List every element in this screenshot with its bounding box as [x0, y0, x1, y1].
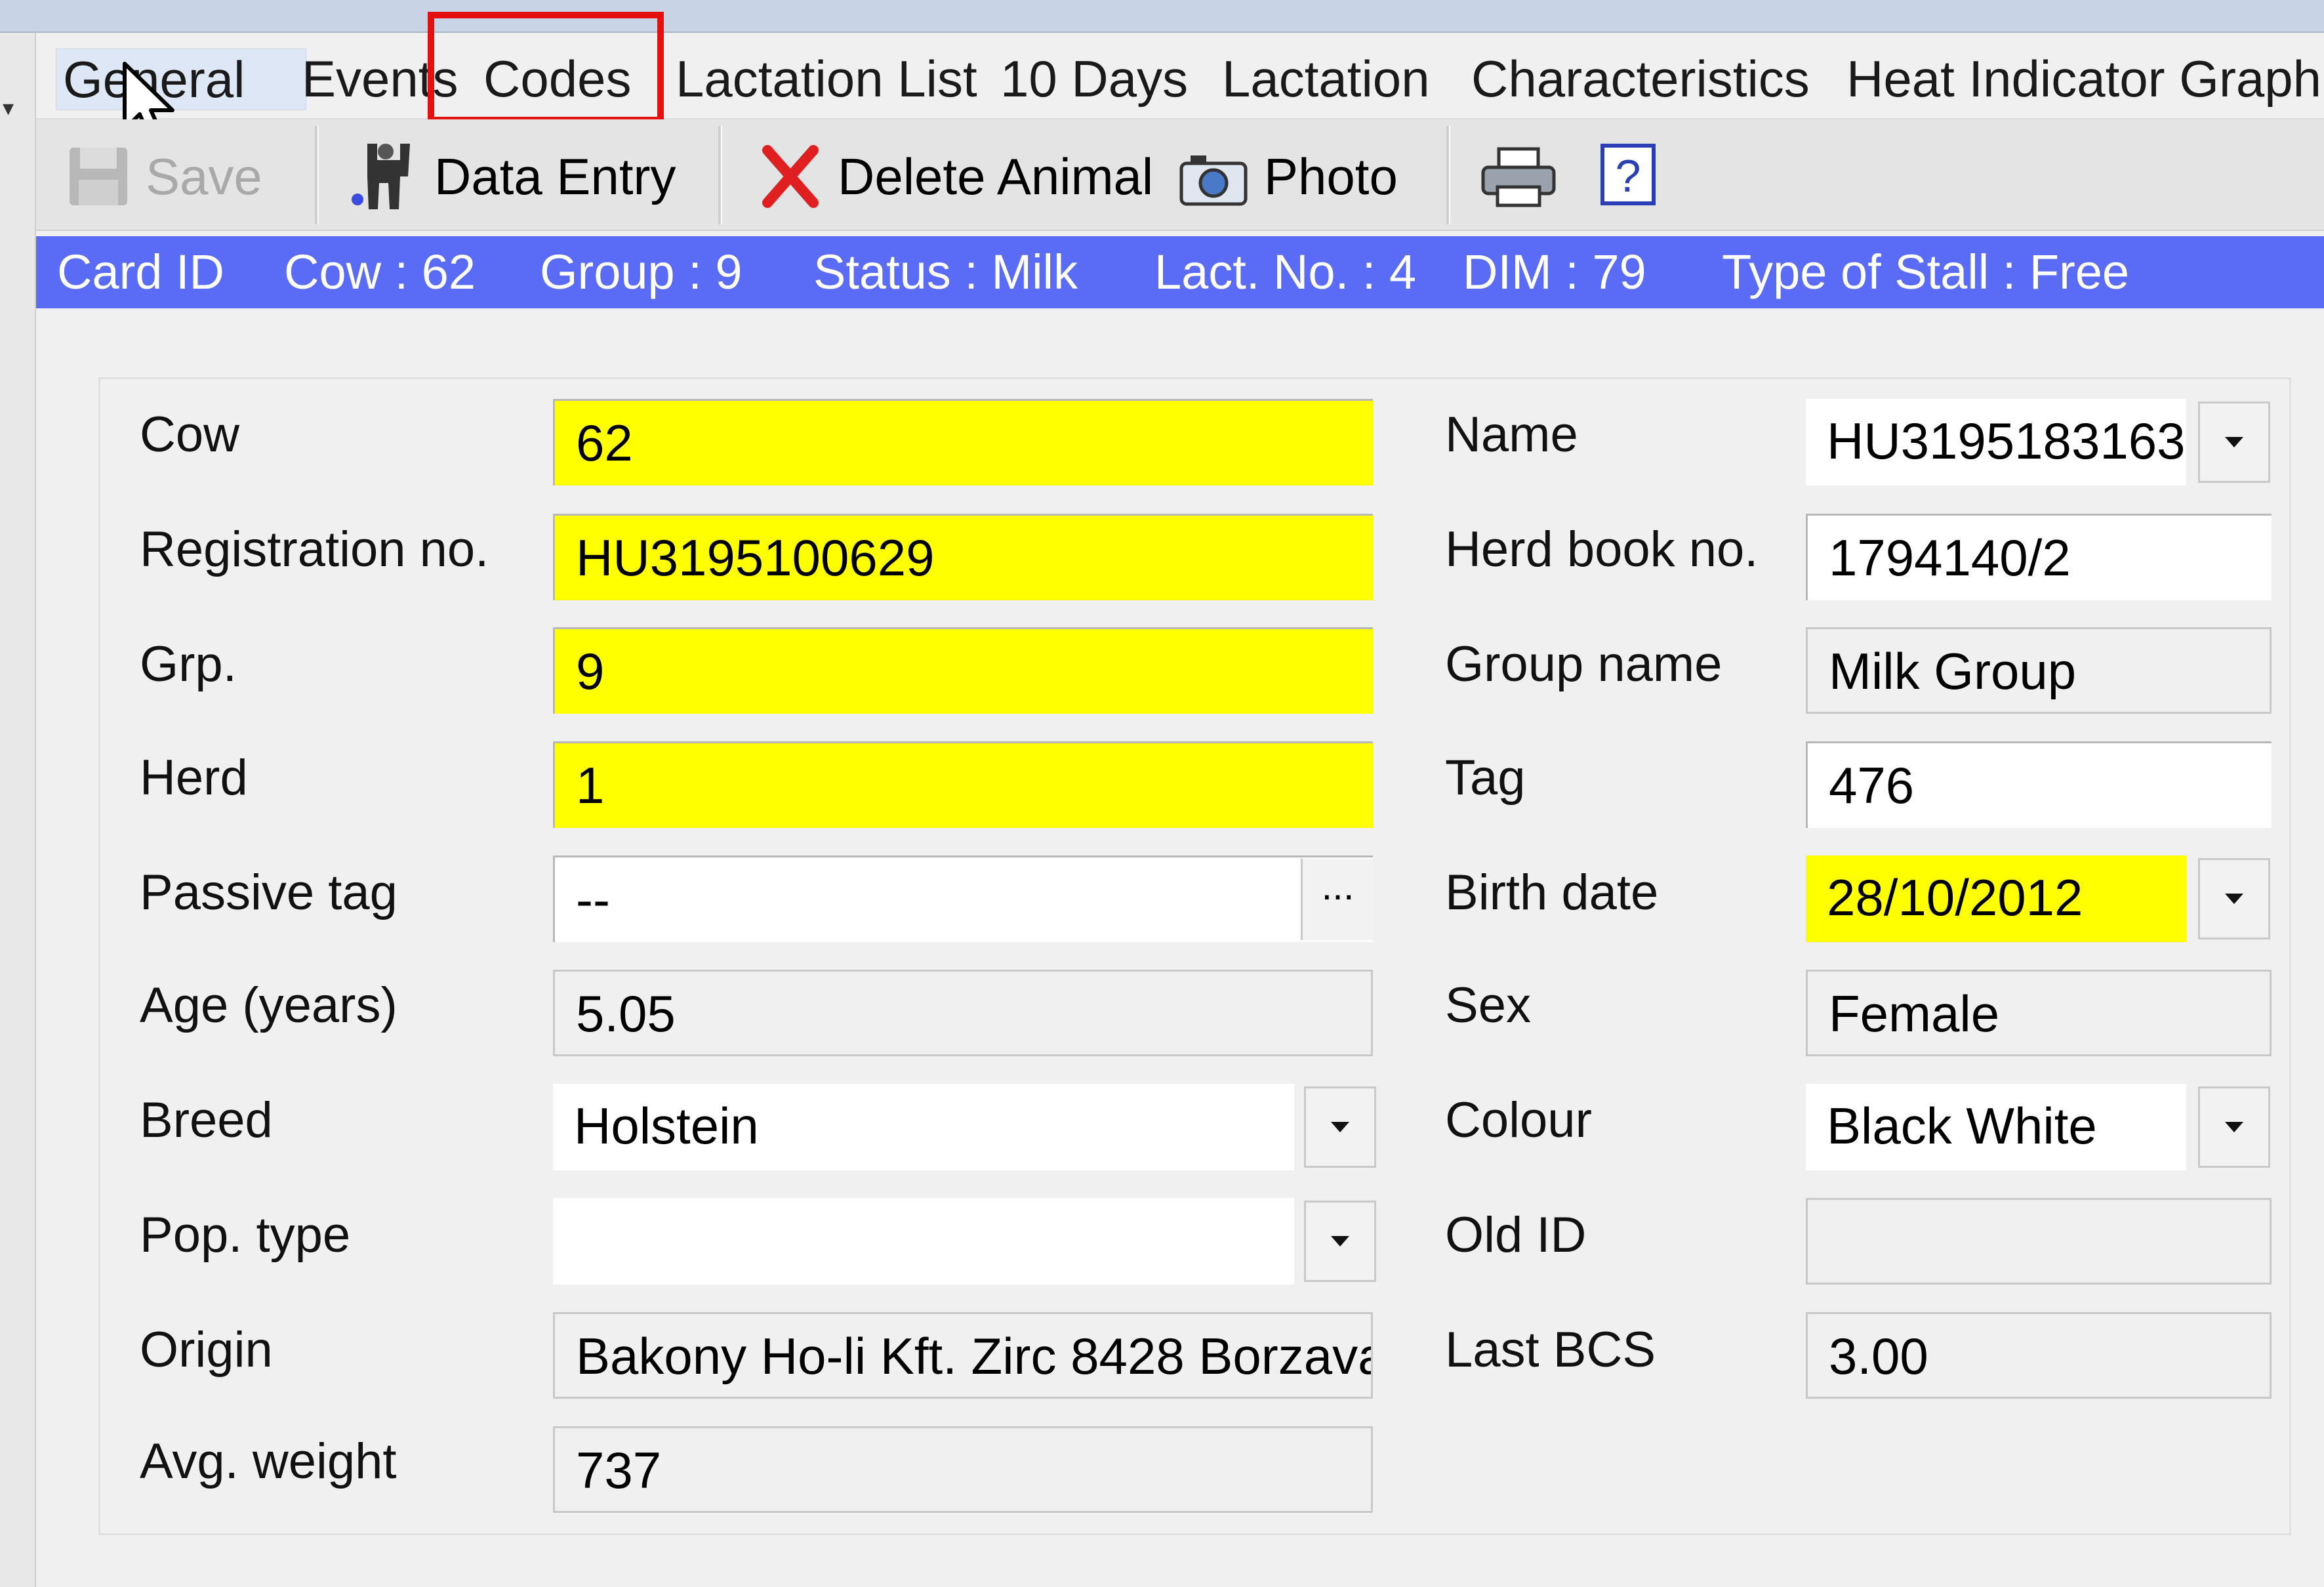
- avg-weight-field: 737: [553, 1426, 1373, 1513]
- herd-field[interactable]: 1: [553, 741, 1373, 828]
- rail-arrow-icon[interactable]: ▾: [3, 97, 16, 119]
- birth-date-dropdown-button[interactable]: [2198, 858, 2270, 939]
- delete-icon: [762, 145, 819, 208]
- toolbar-separator: [315, 126, 319, 224]
- passive-tag-browse-button[interactable]: ...: [1301, 859, 1373, 940]
- label-avg-weight: Avg. weight: [140, 1433, 397, 1489]
- old-id-field: [1806, 1198, 2272, 1285]
- label-origin: Origin: [140, 1322, 273, 1378]
- toolbar-separator: [718, 126, 722, 224]
- photo-button[interactable]: Photo: [1177, 127, 1398, 226]
- help-button[interactable]: ?: [1597, 127, 1663, 226]
- tab-heat-indicator-graph[interactable]: Heat Indicator Graph: [1840, 49, 2324, 109]
- info-dim: DIM : 79: [1463, 245, 1646, 299]
- registration-no-field[interactable]: HU3195100629: [553, 514, 1373, 600]
- label-passive-tag: Passive tag: [140, 865, 398, 920]
- data-entry-label: Data Entry: [434, 147, 676, 205]
- tab-lactation-list[interactable]: Lactation List: [669, 49, 984, 109]
- birth-date-picker[interactable]: 28/10/2012: [1806, 855, 2186, 942]
- label-grp: Grp.: [140, 636, 237, 692]
- pop-type-select[interactable]: [553, 1198, 1294, 1285]
- next-section-heading-cutoff: [98, 1571, 689, 1587]
- sex-field: Female: [1806, 970, 2272, 1056]
- info-type-of-stall: Type of Stall : Free: [1722, 245, 2130, 299]
- label-herd: Herd: [140, 750, 248, 806]
- label-cow: Cow: [140, 407, 240, 463]
- data-entry-icon: [352, 144, 410, 209]
- label-name: Name: [1445, 407, 1578, 463]
- info-group: Group : 9: [540, 245, 743, 299]
- print-button[interactable]: [1479, 127, 1558, 226]
- svg-text:?: ?: [1616, 150, 1641, 201]
- age-years-field: 5.05: [553, 970, 1373, 1056]
- animal-info-bar: Card ID Cow : 62 Group : 9 Status : Milk…: [36, 236, 2324, 308]
- tab-characteristics[interactable]: Characteristics: [1465, 49, 1816, 109]
- label-last-bcs: Last BCS: [1445, 1322, 1656, 1378]
- label-old-id: Old ID: [1445, 1207, 1587, 1263]
- tab-codes[interactable]: Codes: [477, 49, 638, 109]
- delete-animal-label: Delete Animal: [838, 147, 1154, 205]
- chevron-down-icon: [2225, 894, 2243, 904]
- tab-general[interactable]: General: [56, 49, 306, 110]
- save-icon: [70, 148, 127, 205]
- photo-icon: [1179, 155, 1248, 206]
- origin-field: Bakony Ho-li Kft. Zirc 8428 Borzavar: [553, 1312, 1373, 1399]
- help-icon: ?: [1600, 144, 1656, 205]
- tab-10-days[interactable]: 10 Days: [994, 49, 1194, 109]
- label-sex: Sex: [1445, 978, 1531, 1033]
- tab-events[interactable]: Events: [295, 49, 464, 109]
- label-colour: Colour: [1445, 1092, 1592, 1148]
- info-cow: Cow : 62: [284, 245, 476, 299]
- label-registration-no: Registration no.: [140, 522, 489, 577]
- label-tag: Tag: [1445, 750, 1526, 806]
- chevron-down-icon: [1331, 1236, 1349, 1247]
- chevron-down-icon: [1331, 1122, 1349, 1132]
- label-pop-type: Pop. type: [140, 1207, 351, 1263]
- info-status: Status : Milk: [813, 245, 1078, 299]
- save-button[interactable]: Save: [66, 127, 262, 226]
- chevron-down-icon: [2225, 437, 2243, 447]
- colour-dropdown-button[interactable]: [2198, 1086, 2270, 1168]
- general-form-panel: Cow Registration no. Grp. Herd Passive t…: [98, 377, 2291, 1535]
- name-dropdown-button[interactable]: [2198, 402, 2270, 483]
- pop-type-dropdown-button[interactable]: [1304, 1201, 1376, 1282]
- grp-field[interactable]: 9: [553, 627, 1373, 714]
- name-select[interactable]: HU3195183163: [1806, 399, 2186, 485]
- label-age-years: Age (years): [140, 978, 398, 1033]
- chevron-down-icon: [2225, 1122, 2243, 1132]
- toolbar: Save Data Entry Delete Animal Photo ?: [36, 119, 2324, 231]
- passive-tag-field[interactable]: -- ...: [553, 855, 1373, 942]
- tab-bar: General Events Codes Lactation List 10 D…: [36, 33, 2324, 119]
- passive-tag-value: --: [576, 871, 610, 928]
- photo-label: Photo: [1264, 147, 1398, 205]
- herd-book-no-field[interactable]: 1794140/2: [1806, 514, 2272, 600]
- last-bcs-field: 3.00: [1806, 1312, 2272, 1399]
- group-name-field: Milk Group: [1806, 627, 2272, 714]
- label-breed: Breed: [140, 1092, 273, 1148]
- cow-field[interactable]: 62: [553, 399, 1373, 485]
- breed-dropdown-button[interactable]: [1304, 1086, 1376, 1168]
- tag-field[interactable]: 476: [1806, 741, 2272, 828]
- data-entry-button[interactable]: Data Entry: [348, 127, 676, 226]
- label-group-name: Group name: [1445, 636, 1723, 692]
- info-lact-no: Lact. No. : 4: [1154, 245, 1416, 299]
- left-rail: ▾: [0, 33, 36, 1587]
- label-birth-date: Birth date: [1445, 865, 1659, 920]
- label-herd-book-no: Herd book no.: [1445, 522, 1759, 577]
- breed-select[interactable]: Holstein: [553, 1084, 1294, 1170]
- toolbar-separator: [1446, 126, 1450, 224]
- info-card-id: Card ID: [57, 245, 224, 299]
- colour-select[interactable]: Black White: [1806, 1084, 2186, 1170]
- print-icon: [1481, 147, 1556, 207]
- delete-animal-button[interactable]: Delete Animal: [758, 127, 1153, 226]
- tab-lactation[interactable]: Lactation: [1215, 49, 1437, 109]
- save-label: Save: [146, 147, 262, 205]
- window-top-strip: [0, 0, 2324, 33]
